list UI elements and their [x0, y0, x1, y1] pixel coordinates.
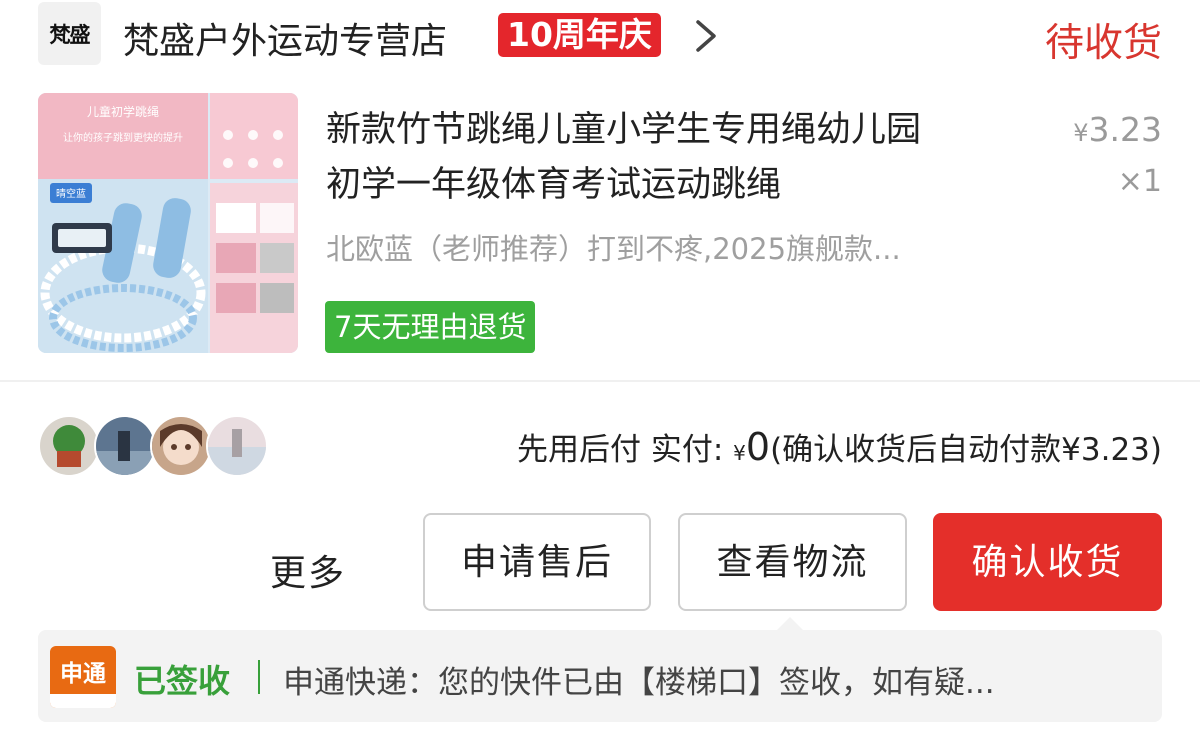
thumb-color-tag: 晴空蓝 [56, 189, 86, 200]
courier-logo: 申通 [50, 646, 116, 708]
thumb-banner-line2: 让你的孩子跳到更快的提升 [63, 133, 183, 144]
store-name[interactable]: 梵盛户外运动专营店 [123, 12, 447, 64]
avatar [38, 415, 100, 477]
delivery-status: 已签收 [134, 662, 231, 700]
payment-note: (确认收货后自动付款¥3.23) [770, 432, 1162, 468]
product-title-line2: 初学一年级体育考试运动跳绳 [326, 165, 782, 205]
product-thumbnail[interactable]: 儿童初学跳绳 让你的孩子跳到更快的提升 晴空蓝 [38, 93, 298, 353]
payment-currency: ¥ [733, 441, 746, 465]
confirm-receipt-button[interactable]: 确认收货 [933, 513, 1162, 611]
avatar [206, 415, 268, 477]
logistics-message: 申通快递：您的快件已由【楼梯口】签收，如有疑... [283, 665, 995, 701]
logistics-pointer [776, 617, 804, 631]
status-separator [258, 660, 260, 694]
divider [0, 380, 1200, 382]
chevron-right-icon[interactable] [688, 18, 724, 54]
anniversary-badge: 10周年庆 [498, 13, 661, 57]
thumb-banner-line1: 儿童初学跳绳 [86, 105, 159, 119]
view-logistics-button[interactable]: 查看物流 [678, 513, 907, 611]
product-price: ¥3.23 [1073, 110, 1162, 149]
after-sales-button[interactable]: 申请售后 [423, 513, 651, 611]
store-logo[interactable]: 梵盛 [38, 2, 101, 65]
product-title[interactable]: 新款竹节跳绳儿童小学生专用绳幼儿园 初学一年级体育考试运动跳绳 [326, 103, 1046, 213]
more-button[interactable]: 更多 [270, 544, 346, 596]
price-value: 3.23 [1088, 110, 1162, 149]
avatar [150, 415, 212, 477]
product-title-line1: 新款竹节跳绳儿童小学生专用绳幼儿园 [326, 110, 922, 150]
order-status: 待收货 [1044, 21, 1162, 66]
payment-amount: 0 [745, 425, 771, 469]
payment-summary: 先用后付 实付: ¥0(确认收货后自动付款¥3.23) [517, 424, 1162, 469]
payment-label: 先用后付 实付: [516, 432, 724, 468]
avatar [94, 415, 156, 477]
product-quantity: ×1 [1117, 164, 1162, 199]
return-policy-tag: 7天无理由退货 [325, 301, 536, 353]
price-currency: ¥ [1073, 119, 1089, 147]
product-spec[interactable]: 北欧蓝（老师推荐）打到不疼,2025旗舰款... [326, 226, 901, 268]
